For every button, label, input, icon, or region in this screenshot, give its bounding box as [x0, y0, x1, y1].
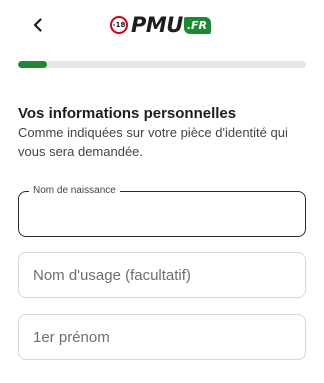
pmu-logo: -18 PMU .FR — [110, 12, 212, 38]
brand-tld: .FR — [183, 16, 212, 34]
first-name-input[interactable] — [19, 315, 305, 359]
progress-bar — [18, 61, 306, 68]
section-title: Vos informations personnelles — [18, 105, 237, 122]
back-button[interactable] — [24, 14, 52, 36]
chevron-left-icon — [33, 18, 42, 32]
birth-name-input[interactable] — [19, 192, 305, 236]
birth-name-label: Nom de naissance — [29, 185, 120, 197]
registration-page: -18 PMU .FR Vos informations personnelle… — [0, 0, 324, 383]
birth-name-field: Nom de naissance — [18, 185, 306, 237]
brand-name: PMU — [131, 12, 183, 37]
usage-name-field — [18, 252, 306, 298]
first-name-field — [18, 314, 306, 360]
age-restriction-badge: -18 — [110, 16, 128, 34]
section-description: Comme indiquées sur votre pièce d'identi… — [18, 125, 288, 159]
progress-fill — [18, 61, 47, 68]
usage-name-input[interactable] — [19, 253, 305, 297]
